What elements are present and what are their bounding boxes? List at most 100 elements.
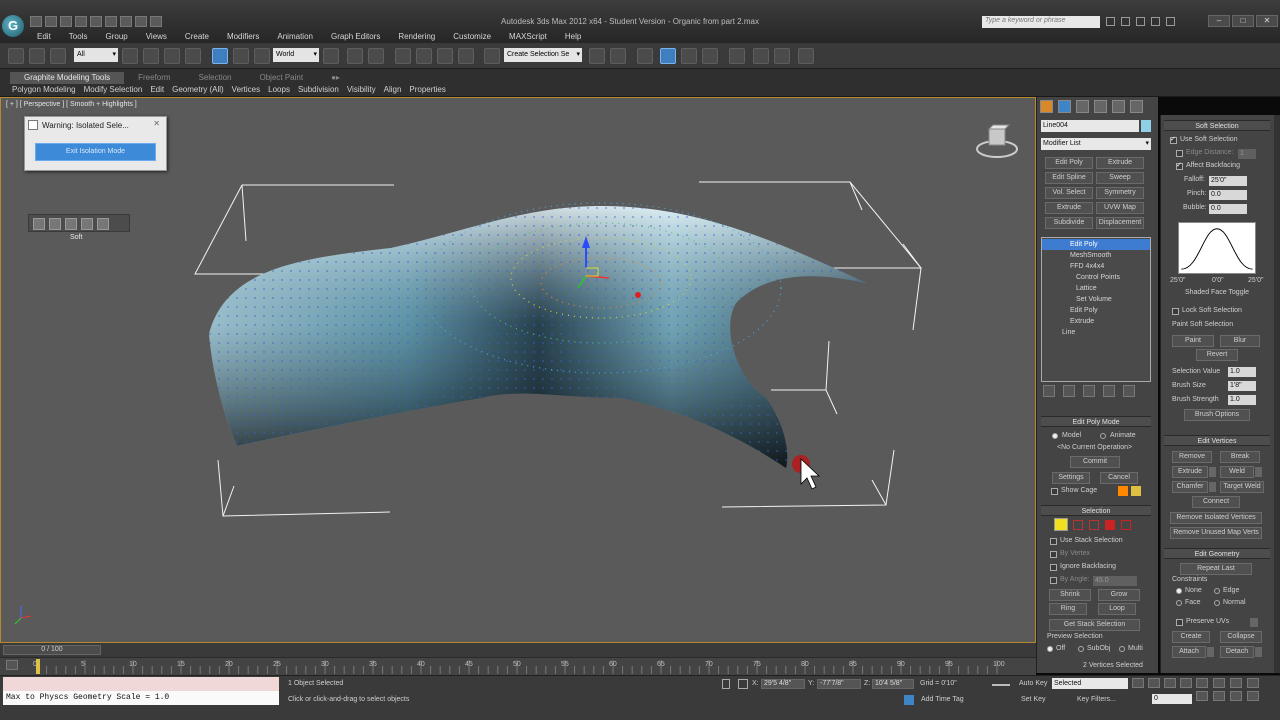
edge-distance-spinner[interactable]: 1 [1238, 149, 1256, 159]
angle-snap-icon[interactable] [416, 48, 432, 64]
time-slider-handle[interactable]: 0 / 100 [3, 645, 101, 655]
repeat-last-button[interactable]: Repeat Last [1180, 563, 1252, 575]
mod-edit-spline-button[interactable]: Edit Spline [1045, 172, 1093, 184]
tab-freeform[interactable]: Freeform [124, 72, 184, 84]
element-mode-icon[interactable] [1121, 520, 1131, 530]
mod-extrude-button[interactable]: Extrude [1096, 157, 1144, 169]
minimize-button[interactable]: – [1208, 15, 1230, 27]
settings-button[interactable]: Settings [1052, 472, 1090, 484]
constraint-face-radio[interactable] [1176, 600, 1182, 606]
panel-edit[interactable]: Edit [146, 85, 168, 95]
perspective-viewport[interactable] [0, 97, 1036, 643]
absolute-mode-icon[interactable] [738, 679, 748, 689]
by-angle-spinner[interactable]: 45.0 [1093, 576, 1137, 586]
time-slider-track[interactable] [0, 643, 1036, 657]
preview-off-radio[interactable] [1047, 646, 1053, 652]
select-scale-icon[interactable] [254, 48, 270, 64]
soft-selection-header[interactable]: Soft Selection [1164, 120, 1270, 131]
brush-options-button[interactable]: Brush Options [1184, 409, 1250, 421]
collapse-button[interactable]: Collapse [1220, 631, 1262, 643]
blur-button[interactable]: Blur [1220, 335, 1260, 347]
edge-mode-icon[interactable] [1073, 520, 1083, 530]
menu-modifiers[interactable]: Modifiers [218, 30, 268, 43]
x-coordinate-field[interactable]: 29'5 4/8" [761, 679, 805, 689]
layer-manager-icon[interactable] [637, 48, 653, 64]
model-radio[interactable] [1052, 433, 1058, 439]
modifier-stack[interactable]: Edit Poly MeshSmooth FFD 4x4x4 Control P… [1041, 237, 1151, 382]
communication-icon[interactable] [1136, 17, 1145, 26]
target-weld-button[interactable]: Target Weld [1220, 481, 1264, 493]
lock-soft-selection-checkbox[interactable] [1172, 308, 1179, 315]
stack-item[interactable]: Set Volume [1042, 294, 1150, 305]
grow-button[interactable]: Grow [1098, 589, 1140, 601]
weld-settings-icon[interactable] [1255, 467, 1262, 477]
mod-symmetry-button[interactable]: Symmetry [1096, 187, 1144, 199]
zoom-extents-icon[interactable] [1230, 678, 1242, 688]
preview-multi-radio[interactable] [1119, 646, 1125, 652]
panel-align[interactable]: Align [380, 85, 406, 95]
preserve-uvs-settings-icon[interactable] [1250, 618, 1258, 627]
constraint-none-radio[interactable] [1176, 588, 1182, 594]
attach-settings-icon[interactable] [1207, 647, 1214, 657]
close-button[interactable]: ✕ [1256, 15, 1278, 27]
by-vertex-checkbox[interactable] [1050, 551, 1057, 558]
stack-item[interactable]: Edit Poly [1042, 305, 1150, 316]
menu-edit[interactable]: Edit [28, 30, 60, 43]
constraint-edge-radio[interactable] [1214, 588, 1220, 594]
get-stack-selection-button[interactable]: Get Stack Selection [1049, 619, 1140, 631]
maxscript-listener-output[interactable]: Max to Physcs Geometry Scale = 1.0 [3, 691, 279, 705]
loop-button[interactable]: Loop [1098, 603, 1136, 615]
ref-coord-dropdown[interactable]: World [273, 48, 319, 62]
show-end-result-icon[interactable] [1063, 385, 1075, 397]
menu-create[interactable]: Create [176, 30, 218, 43]
maximize-button[interactable]: □ [1232, 15, 1254, 27]
new-file-icon[interactable] [30, 16, 42, 27]
menu-maxscript[interactable]: MAXScript [500, 30, 556, 43]
tab-object-paint[interactable]: Object Paint [246, 72, 318, 84]
select-manipulate-icon[interactable] [347, 48, 363, 64]
named-selection-dropdown[interactable]: Create Selection Se [504, 48, 582, 62]
break-button[interactable]: Break [1220, 451, 1260, 463]
edit-poly-mode-header[interactable]: Edit Poly Mode [1041, 416, 1151, 427]
z-coordinate-field[interactable]: 10'4 5/8" [872, 679, 914, 689]
time-tag-icon[interactable] [904, 695, 914, 705]
search-input[interactable]: Type a keyword or phrase [982, 16, 1100, 28]
bind-spacewarp-icon[interactable] [50, 48, 66, 64]
undo-icon[interactable] [75, 16, 87, 27]
rect-selection-icon[interactable] [164, 48, 180, 64]
display-tab-icon[interactable] [1112, 100, 1125, 113]
ignore-backfacing-checkbox[interactable] [1050, 564, 1057, 571]
panel-modify-selection[interactable]: Modify Selection [80, 85, 147, 95]
vertex-mode-icon[interactable] [1054, 518, 1068, 531]
preserve-uvs-checkbox[interactable] [1176, 619, 1183, 626]
hierarchy-tab-icon[interactable] [1076, 100, 1089, 113]
percent-snap-icon[interactable] [437, 48, 453, 64]
brush-size-spinner[interactable]: 1'8" [1228, 381, 1256, 391]
weld-button[interactable]: Weld [1220, 466, 1254, 478]
panel-vertices[interactable]: Vertices [228, 85, 264, 95]
panel-loops[interactable]: Loops [264, 85, 294, 95]
animate-radio[interactable] [1100, 433, 1106, 439]
bubble-spinner[interactable]: 0.0 [1209, 204, 1247, 214]
border-mode-icon[interactable] [1089, 520, 1099, 530]
commit-button[interactable]: Commit [1070, 456, 1120, 468]
detach-button[interactable]: Detach [1220, 646, 1254, 658]
shrink-button[interactable]: Shrink [1049, 589, 1091, 601]
pinch-spinner[interactable]: 0.0 [1209, 190, 1247, 200]
redo-dropdown-icon[interactable] [120, 16, 132, 27]
shaded-face-toggle-button[interactable]: Shaded Face Toggle [1180, 288, 1254, 300]
mod-extrude2-button[interactable]: Extrude [1045, 202, 1093, 214]
pencil-icon[interactable] [33, 218, 45, 230]
qat-dropdown-icon[interactable] [150, 16, 162, 27]
menu-help[interactable]: Help [556, 30, 590, 43]
cancel-button[interactable]: Cancel [1100, 472, 1138, 484]
stack-item[interactable]: Lattice [1042, 283, 1150, 294]
panel-geometry-all[interactable]: Geometry (All) [168, 85, 228, 95]
render-setup-icon[interactable] [753, 48, 769, 64]
extrude-button[interactable]: Extrude [1172, 466, 1208, 478]
play-icon[interactable] [1164, 678, 1176, 688]
stack-item[interactable]: Line [1042, 327, 1150, 338]
star-icon[interactable] [1151, 17, 1160, 26]
connect-button[interactable]: Connect [1192, 496, 1240, 508]
select-by-name-icon[interactable] [143, 48, 159, 64]
